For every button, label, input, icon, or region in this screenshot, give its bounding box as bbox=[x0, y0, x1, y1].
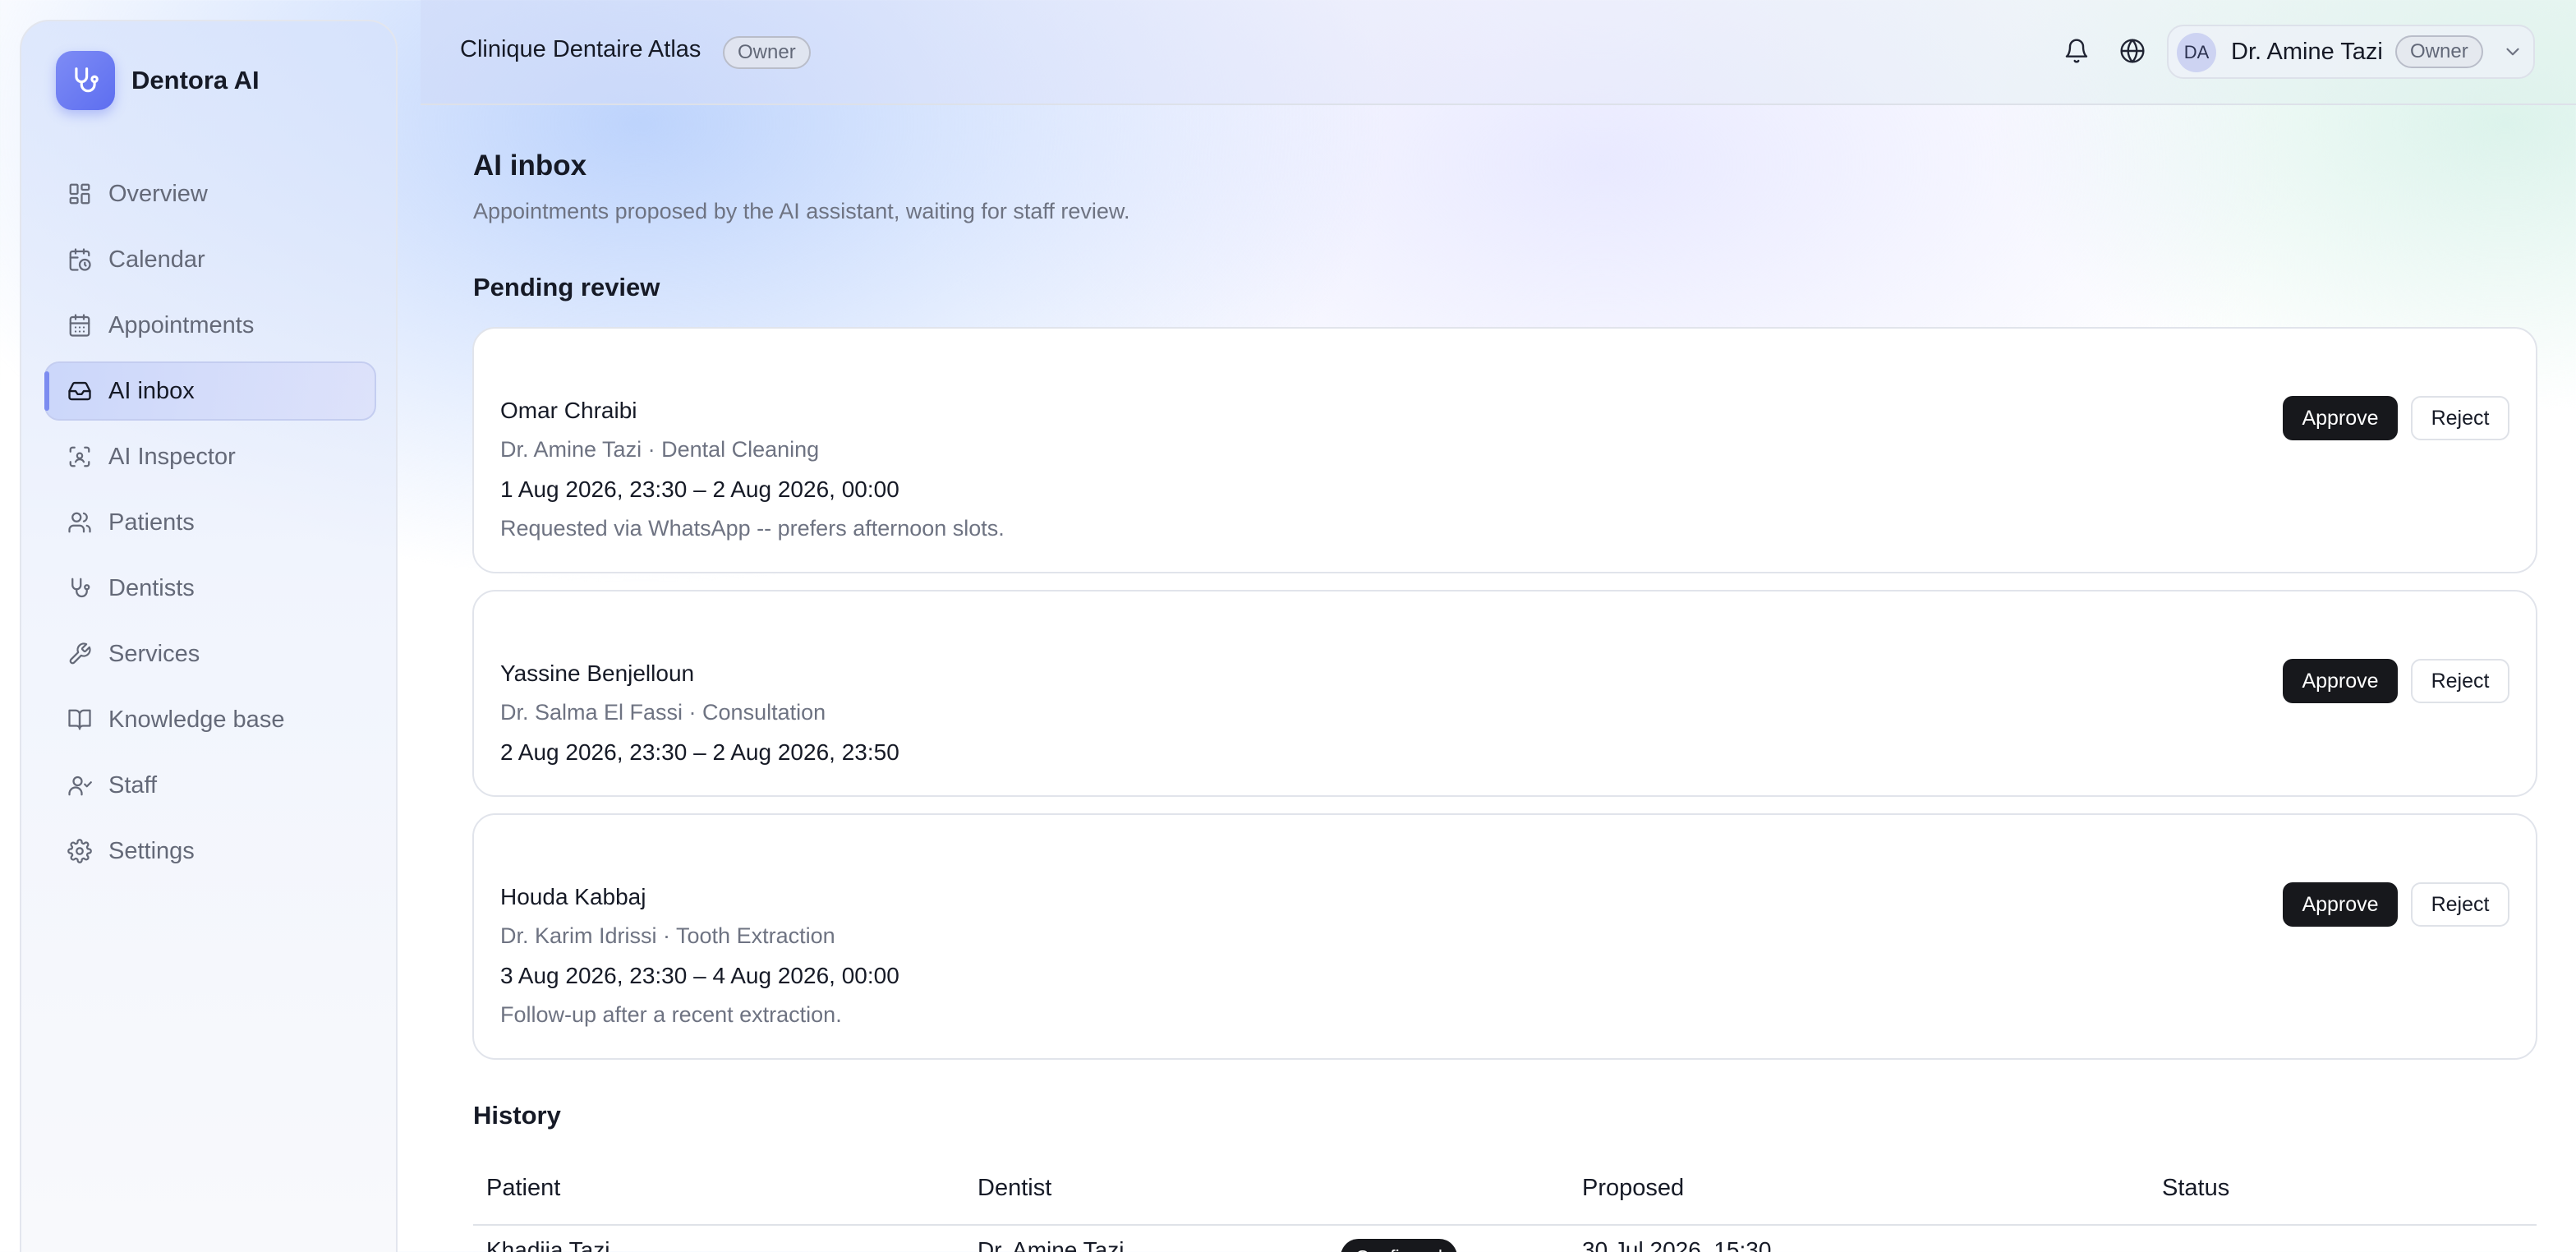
sidebar-item-label: Dentists bbox=[108, 574, 195, 601]
patient-name: Houda Kabbaj bbox=[500, 884, 646, 909]
reject-button[interactable]: Reject bbox=[2411, 659, 2509, 703]
appointment-meta: Dr. Amine Tazi · Dental Cleaning bbox=[500, 437, 820, 462]
sidebar-item-calendar[interactable]: Calendar bbox=[44, 230, 376, 289]
page-subtitle: Appointments proposed by the AI assistan… bbox=[473, 199, 1130, 223]
sidebar-item-dentists[interactable]: Dentists bbox=[44, 559, 376, 618]
stethoscope-icon bbox=[66, 574, 94, 602]
sidebar-item-label: Appointments bbox=[108, 311, 255, 338]
history-section-title: History bbox=[473, 1101, 561, 1130]
approve-button[interactable]: Approve bbox=[2283, 882, 2398, 927]
sidebar-item-ai-inbox[interactable]: AI inbox bbox=[44, 361, 376, 421]
clinic-role-badge: Owner bbox=[723, 36, 811, 69]
bell-icon bbox=[2063, 38, 2090, 64]
avatar: DA bbox=[2177, 33, 2216, 72]
sidebar-item-appointments[interactable]: Appointments bbox=[44, 296, 376, 355]
sidebar-item-patients[interactable]: Patients bbox=[44, 493, 376, 552]
appointment-time: 2 Aug 2026, 23:30 – 2 Aug 2026, 23:50 bbox=[500, 739, 899, 765]
approve-button[interactable]: Approve bbox=[2283, 396, 2398, 440]
inbox-icon bbox=[66, 377, 94, 405]
sidebar-item-staff[interactable]: Staff bbox=[44, 756, 376, 815]
sidebar-item-label: Overview bbox=[108, 180, 208, 207]
chevron-down-icon bbox=[2502, 41, 2523, 67]
user-role-badge: Owner bbox=[2395, 35, 2483, 68]
sidebar-item-services[interactable]: Services bbox=[44, 624, 376, 684]
top-bar: Clinique Dentaire Atlas Owner DA Dr. Ami… bbox=[421, 0, 2576, 105]
gear-icon bbox=[66, 837, 94, 865]
appointment-note: Follow-up after a recent extraction. bbox=[500, 1002, 842, 1027]
sidebar-item-label: AI Inspector bbox=[108, 443, 236, 470]
sidebar: Dentora AI Overview Calendar Appointment… bbox=[20, 20, 398, 1252]
user-name: Dr. Amine Tazi bbox=[2231, 39, 2383, 65]
pending-section-title: Pending review bbox=[473, 273, 660, 301]
pending-card: Omar Chraibi Dr. Amine Tazi · Dental Cle… bbox=[472, 327, 2537, 573]
patient-name: Yassine Benjelloun bbox=[500, 661, 695, 686]
calendar-icon bbox=[66, 311, 94, 339]
brand-name: Dentora AI bbox=[131, 66, 260, 94]
reject-button[interactable]: Reject bbox=[2411, 882, 2509, 927]
appointment-time: 3 Aug 2026, 23:30 – 4 Aug 2026, 00:00 bbox=[500, 963, 899, 988]
approve-button[interactable]: Approve bbox=[2283, 659, 2398, 703]
pending-card: Yassine Benjelloun Dr. Salma El Fassi · … bbox=[472, 590, 2537, 797]
calendar-clock-icon bbox=[66, 246, 94, 274]
sidebar-item-label: Settings bbox=[108, 837, 195, 864]
appointment-meta: Dr. Salma El Fassi · Consultation bbox=[500, 700, 826, 725]
history-table-header: Patient Dentist Proposed Status bbox=[473, 1167, 2537, 1226]
appointment-meta: Dr. Karim Idrissi · Tooth Extraction bbox=[500, 923, 835, 948]
column-header-status: Status bbox=[2162, 1175, 2230, 1201]
cell-proposed: 30 Jul 2026, 15:30 bbox=[1582, 1237, 1772, 1252]
sidebar-item-label: Patients bbox=[108, 509, 195, 536]
column-header-proposed: Proposed bbox=[1582, 1175, 1685, 1201]
book-open-icon bbox=[66, 706, 94, 734]
cell-dentist: Dr. Amine Tazi bbox=[978, 1237, 1125, 1252]
pending-card: Houda Kabbaj Dr. Karim Idrissi · Tooth E… bbox=[472, 813, 2537, 1060]
language-button[interactable] bbox=[2114, 33, 2150, 69]
notifications-button[interactable] bbox=[2058, 33, 2095, 69]
sidebar-item-knowledge-base[interactable]: Knowledge base bbox=[44, 690, 376, 749]
sidebar-item-ai-inspector[interactable]: AI Inspector bbox=[44, 427, 376, 486]
sidebar-item-overview[interactable]: Overview bbox=[44, 164, 376, 223]
reject-button[interactable]: Reject bbox=[2411, 396, 2509, 440]
page-title: AI inbox bbox=[473, 150, 587, 182]
brand[interactable]: Dentora AI bbox=[56, 51, 260, 110]
user-group-icon bbox=[66, 771, 94, 799]
sidebar-item-label: Services bbox=[108, 640, 200, 667]
globe-icon bbox=[2119, 38, 2146, 64]
layout-grid-icon bbox=[66, 180, 94, 208]
sidebar-item-label: Knowledge base bbox=[108, 706, 285, 733]
table-row[interactable]: Khadija Tazi Dr. Amine Tazi 30 Jul 2026,… bbox=[473, 1226, 2537, 1252]
column-header-patient: Patient bbox=[486, 1175, 561, 1201]
appointment-note: Requested via WhatsApp -- prefers aftern… bbox=[500, 516, 1005, 541]
user-menu[interactable]: DA Dr. Amine Tazi Owner bbox=[2167, 25, 2535, 79]
status-badge: Confirmed bbox=[1341, 1239, 1458, 1252]
sidebar-item-label: Staff bbox=[108, 771, 158, 799]
users-icon bbox=[66, 509, 94, 536]
patient-name: Omar Chraibi bbox=[500, 398, 637, 423]
sidebar-item-label: Calendar bbox=[108, 246, 205, 273]
sidebar-item-label: AI inbox bbox=[108, 377, 195, 404]
column-header-dentist: Dentist bbox=[978, 1175, 1052, 1201]
appointment-time: 1 Aug 2026, 23:30 – 2 Aug 2026, 00:00 bbox=[500, 476, 899, 502]
stethoscope-icon bbox=[56, 51, 115, 110]
clinic-name: Clinique Dentaire Atlas bbox=[460, 36, 702, 62]
sidebar-nav: Overview Calendar Appointments AI inbox … bbox=[44, 164, 376, 887]
cell-patient: Khadija Tazi bbox=[486, 1237, 610, 1252]
sidebar-item-settings[interactable]: Settings bbox=[44, 822, 376, 881]
wrench-icon bbox=[66, 640, 94, 668]
scan-icon bbox=[66, 443, 94, 471]
